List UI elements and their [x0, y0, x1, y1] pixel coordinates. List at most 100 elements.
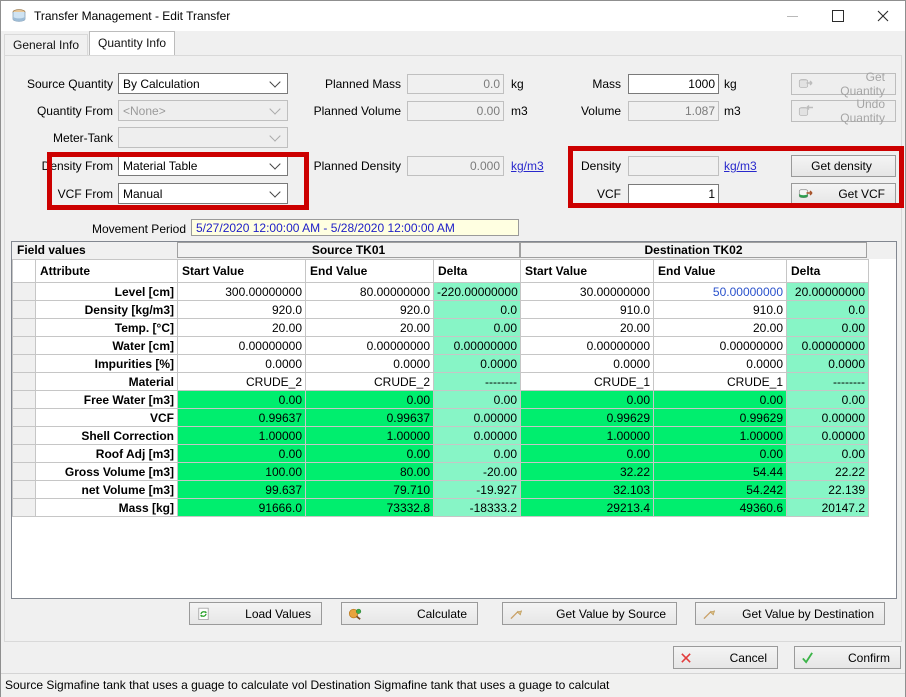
value-cell[interactable]: 920.0 — [178, 301, 306, 319]
get-value-by-source-button[interactable]: Get Value by Source — [502, 602, 677, 625]
minimize-button[interactable] — [770, 1, 815, 31]
value-cell[interactable]: 0.00 — [434, 391, 521, 409]
density-input[interactable] — [628, 156, 719, 176]
density-unit-link[interactable]: kg/m3 — [724, 159, 757, 173]
planned-mass-input[interactable] — [407, 74, 504, 94]
column-header-source-delta[interactable]: Delta — [434, 260, 521, 283]
value-cell[interactable]: 0.99629 — [521, 409, 654, 427]
value-cell[interactable]: 22.22 — [787, 463, 869, 481]
value-cell[interactable]: 0.0 — [434, 301, 521, 319]
value-cell[interactable]: 0.00 — [787, 445, 869, 463]
column-header-source-end[interactable]: End Value — [306, 260, 434, 283]
value-cell[interactable]: 0.00000 — [434, 427, 521, 445]
row-header[interactable] — [13, 445, 36, 463]
value-cell[interactable]: 20.00 — [654, 319, 787, 337]
value-cell[interactable]: CRUDE_1 — [521, 373, 654, 391]
value-cell[interactable]: 910.0 — [654, 301, 787, 319]
value-cell[interactable]: 0.00 — [654, 445, 787, 463]
value-cell[interactable]: CRUDE_2 — [306, 373, 434, 391]
confirm-button[interactable]: Confirm — [794, 646, 901, 669]
value-cell[interactable]: 0.99637 — [178, 409, 306, 427]
value-cell[interactable]: 0.0000 — [178, 355, 306, 373]
row-header[interactable] — [13, 301, 36, 319]
column-header-attribute[interactable]: Attribute — [36, 260, 178, 283]
column-header-dest-delta[interactable]: Delta — [787, 260, 869, 283]
value-cell[interactable]: 0.00 — [521, 391, 654, 409]
row-header[interactable] — [13, 373, 36, 391]
value-cell[interactable]: 73332.8 — [306, 499, 434, 517]
value-cell[interactable]: 0.00 — [178, 445, 306, 463]
row-header[interactable] — [13, 427, 36, 445]
value-cell[interactable]: 20147.2 — [787, 499, 869, 517]
value-cell[interactable]: -18333.2 — [434, 499, 521, 517]
row-header[interactable] — [13, 481, 36, 499]
maximize-button[interactable] — [815, 1, 860, 31]
value-cell[interactable]: 0.0000 — [306, 355, 434, 373]
value-cell[interactable]: 32.22 — [521, 463, 654, 481]
value-cell[interactable]: 0.00 — [434, 319, 521, 337]
load-values-button[interactable]: Load Values — [189, 602, 322, 625]
value-cell[interactable]: 0.00 — [787, 391, 869, 409]
planned-density-input[interactable] — [407, 156, 504, 176]
row-header[interactable] — [13, 463, 36, 481]
value-cell[interactable]: 49360.6 — [654, 499, 787, 517]
value-cell[interactable]: 0.00000000 — [787, 337, 869, 355]
value-cell[interactable]: 0.00000000 — [654, 337, 787, 355]
value-cell[interactable]: 0.00000000 — [434, 337, 521, 355]
value-cell[interactable]: 0.0 — [787, 301, 869, 319]
value-cell[interactable]: 0.99629 — [654, 409, 787, 427]
column-header-dest-start[interactable]: Start Value — [521, 260, 654, 283]
value-cell[interactable]: 100.00 — [178, 463, 306, 481]
cancel-button[interactable]: Cancel — [673, 646, 778, 669]
get-value-by-destination-button[interactable]: Get Value by Destination — [695, 602, 885, 625]
planned-volume-input[interactable] — [407, 101, 504, 121]
value-cell[interactable]: 20.00000000 — [787, 283, 869, 301]
value-cell[interactable]: 0.00 — [787, 319, 869, 337]
value-cell[interactable]: CRUDE_1 — [654, 373, 787, 391]
value-cell[interactable]: 0.00000 — [787, 427, 869, 445]
close-button[interactable] — [860, 1, 905, 31]
mass-input[interactable] — [628, 74, 719, 94]
value-cell[interactable]: 920.0 — [306, 301, 434, 319]
value-cell[interactable]: 50.00000000 — [654, 283, 787, 301]
value-cell[interactable]: 20.00 — [178, 319, 306, 337]
value-cell[interactable]: 79.710 — [306, 481, 434, 499]
meter-tank-select[interactable] — [118, 127, 288, 148]
vcf-from-select[interactable]: Manual — [118, 183, 288, 204]
value-cell[interactable]: 0.99637 — [306, 409, 434, 427]
value-cell[interactable]: 80.00 — [306, 463, 434, 481]
row-header[interactable] — [13, 319, 36, 337]
get-quantity-button[interactable]: Get Quantity — [791, 73, 896, 95]
value-cell[interactable]: -------- — [787, 373, 869, 391]
value-cell[interactable]: -------- — [434, 373, 521, 391]
value-cell[interactable]: 54.44 — [654, 463, 787, 481]
value-cell[interactable]: -19.927 — [434, 481, 521, 499]
row-header[interactable] — [13, 337, 36, 355]
value-cell[interactable]: 20.00 — [521, 319, 654, 337]
calculate-button[interactable]: Calculate — [341, 602, 478, 625]
column-header-dest-end[interactable]: End Value — [654, 260, 787, 283]
value-cell[interactable]: 0.00 — [306, 445, 434, 463]
value-cell[interactable]: 0.00000000 — [178, 337, 306, 355]
value-cell[interactable]: 0.00000 — [434, 409, 521, 427]
row-header[interactable] — [13, 499, 36, 517]
density-from-select[interactable]: Material Table — [118, 155, 288, 176]
row-header[interactable] — [13, 283, 36, 301]
get-vcf-button[interactable]: Get VCF — [791, 183, 896, 205]
planned-density-unit-link[interactable]: kg/m3 — [511, 159, 544, 173]
source-quantity-select[interactable]: By Calculation — [118, 73, 288, 94]
tab-general-info[interactable]: General Info — [4, 34, 88, 55]
value-cell[interactable]: CRUDE_2 — [178, 373, 306, 391]
value-cell[interactable]: 0.00000000 — [306, 337, 434, 355]
value-cell[interactable]: 29213.4 — [521, 499, 654, 517]
value-cell[interactable]: 0.00 — [654, 391, 787, 409]
value-cell[interactable]: 0.00000 — [787, 409, 869, 427]
value-cell[interactable]: 1.00000 — [654, 427, 787, 445]
value-cell[interactable]: 22.139 — [787, 481, 869, 499]
value-cell[interactable]: 0.00 — [434, 445, 521, 463]
column-header-source-start[interactable]: Start Value — [178, 260, 306, 283]
value-cell[interactable]: 1.00000 — [178, 427, 306, 445]
value-cell[interactable]: 30.00000000 — [521, 283, 654, 301]
row-header[interactable] — [13, 391, 36, 409]
vcf-input[interactable] — [628, 184, 719, 204]
